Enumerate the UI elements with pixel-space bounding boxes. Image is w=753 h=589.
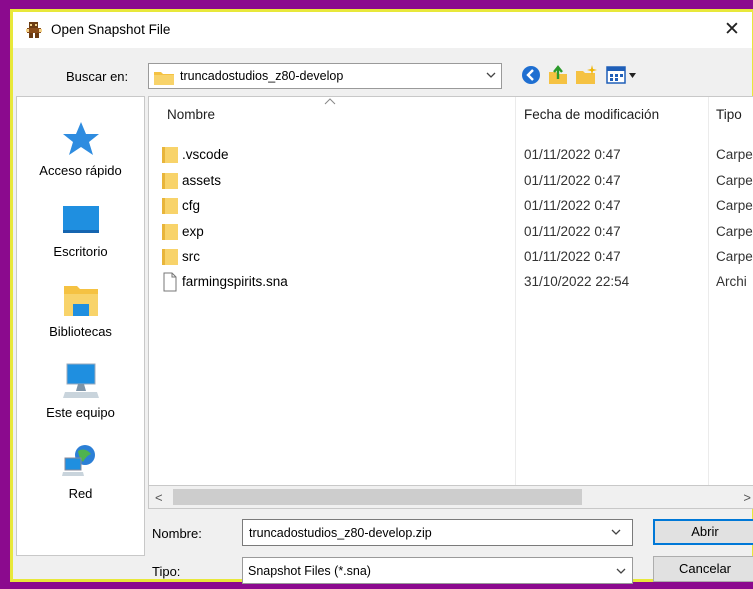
look-in-label: Buscar en:	[66, 69, 129, 84]
document-icon	[163, 272, 177, 292]
close-icon[interactable]: ✕	[712, 12, 752, 48]
chevron-down-icon	[616, 568, 626, 574]
file-row[interactable]: .vscode 01/11/2022 0:47 Carpe	[149, 144, 753, 169]
filetype-value: Snapshot Files (*.sna)	[248, 564, 371, 578]
file-modified: 31/10/2022 22:54	[524, 274, 630, 289]
filename-label: Nombre:	[152, 526, 202, 541]
cancel-button[interactable]: Cancelar	[653, 556, 753, 582]
file-type: Carpe	[716, 147, 753, 162]
place-this-pc[interactable]: Este equipo	[17, 361, 144, 420]
filetype-dropdown[interactable]: Snapshot Files (*.sna)	[242, 557, 633, 584]
scroll-right-icon[interactable]: >	[743, 490, 751, 505]
scroll-left-icon[interactable]: <	[155, 490, 163, 505]
file-type: Carpe	[716, 198, 753, 213]
network-icon	[61, 445, 95, 476]
places-bar: Acceso rápido Escritorio Bibliotecas Est…	[16, 96, 145, 556]
file-type: Carpe	[716, 173, 753, 188]
folder-icon	[162, 198, 178, 214]
column-header-type[interactable]: Tipo	[716, 107, 742, 122]
folder-icon	[162, 147, 178, 163]
filetype-label: Tipo:	[152, 564, 181, 579]
desktop-icon	[62, 206, 99, 233]
computer-icon	[62, 363, 99, 398]
file-modified: 01/11/2022 0:47	[524, 173, 621, 188]
view-menu-icon[interactable]	[605, 63, 639, 87]
libraries-icon	[63, 286, 98, 316]
file-modified: 01/11/2022 0:47	[524, 249, 621, 264]
sort-ascending-icon	[324, 98, 336, 105]
file-type: Archi	[716, 274, 747, 289]
back-icon[interactable]	[519, 63, 543, 87]
place-label: Acceso rápido	[39, 163, 122, 178]
chevron-down-icon[interactable]	[611, 527, 621, 537]
place-quick-access[interactable]: Acceso rápido	[17, 119, 144, 178]
file-name: src	[182, 249, 200, 264]
file-name: assets	[182, 173, 222, 188]
column-header-name[interactable]: Nombre	[167, 107, 215, 122]
file-row[interactable]: assets 01/11/2022 0:47 Carpe	[149, 170, 753, 195]
file-modified: 01/11/2022 0:47	[524, 224, 621, 239]
window-title: Open Snapshot File	[51, 22, 171, 37]
scrollbar-thumb[interactable]	[173, 489, 582, 505]
file-name: .vscode	[182, 147, 229, 162]
file-row[interactable]: src 01/11/2022 0:47 Carpe	[149, 246, 753, 271]
place-label: Red	[68, 486, 93, 501]
folder-icon	[162, 173, 178, 189]
place-libraries[interactable]: Bibliotecas	[17, 280, 144, 339]
place-network[interactable]: Red	[17, 442, 144, 501]
column-header-modified[interactable]: Fecha de modificación	[524, 107, 659, 122]
file-name: farmingspirits.sna	[182, 274, 288, 289]
filename-input[interactable]	[242, 519, 633, 546]
place-label: Bibliotecas	[49, 324, 112, 339]
file-row[interactable]: farmingspirits.sna 31/10/2022 22:54 Arch…	[149, 271, 753, 296]
file-name: cfg	[182, 198, 201, 213]
file-row[interactable]: cfg 01/11/2022 0:47 Carpe	[149, 195, 753, 220]
folder-icon	[162, 224, 178, 240]
file-type: Carpe	[716, 224, 753, 239]
open-file-dialog: Open Snapshot File ✕ Buscar en: truncado…	[10, 9, 753, 584]
file-name: exp	[182, 224, 204, 239]
folder-icon	[162, 249, 178, 265]
place-label: Escritorio	[53, 244, 108, 259]
file-type: Carpe	[716, 249, 753, 264]
file-list[interactable]: Nombre Fecha de modificación Tipo .vscod…	[148, 96, 753, 509]
star-icon	[62, 122, 99, 155]
file-row[interactable]: exp 01/11/2022 0:47 Carpe	[149, 221, 753, 246]
place-label: Este equipo	[46, 405, 115, 420]
place-desktop[interactable]: Escritorio	[17, 200, 144, 259]
horizontal-scrollbar[interactable]: < >	[148, 485, 753, 509]
open-button[interactable]: Abrir	[653, 519, 753, 545]
chevron-down-icon	[486, 72, 496, 78]
app-icon	[26, 22, 42, 38]
look-in-value: truncadostudios_z80-develop	[180, 69, 344, 83]
title-bar: Open Snapshot File ✕	[13, 12, 752, 48]
folder-icon	[154, 72, 174, 85]
up-folder-icon[interactable]	[546, 63, 570, 87]
new-folder-icon[interactable]	[574, 63, 598, 87]
file-modified: 01/11/2022 0:47	[524, 147, 621, 162]
file-modified: 01/11/2022 0:47	[524, 198, 621, 213]
look-in-dropdown[interactable]: truncadostudios_z80-develop	[148, 63, 502, 89]
